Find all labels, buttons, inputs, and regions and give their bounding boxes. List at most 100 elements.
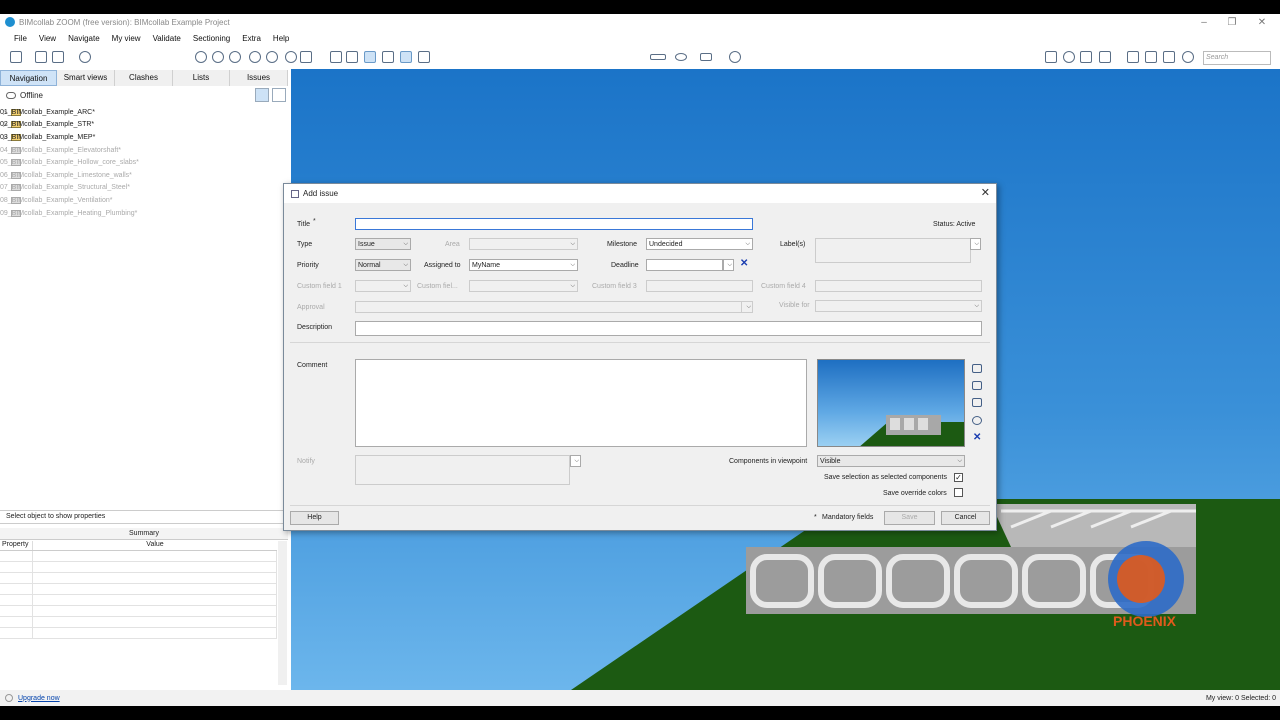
camera-icon[interactable] — [972, 364, 982, 373]
close-window-icon[interactable]: ✕ — [1248, 14, 1276, 30]
area-select[interactable]: ⌵ — [469, 238, 578, 250]
delete-snapshot-icon[interactable]: ✕ — [973, 432, 981, 443]
comment-textarea[interactable] — [355, 359, 807, 447]
menu-my-view[interactable]: My view — [106, 34, 147, 43]
property-scrollbar[interactable] — [278, 541, 287, 685]
offline-label: Offline — [20, 90, 43, 100]
list-view-icon[interactable] — [272, 88, 286, 102]
approval-select[interactable] — [355, 301, 742, 313]
tree-item-label: 05_BIMcollab_Example_Hollow_core_slabs* — [0, 159, 139, 167]
building-icon[interactable] — [1127, 51, 1139, 63]
tab-smart-views[interactable]: Smart views — [57, 70, 115, 86]
tree-view-icon[interactable] — [255, 88, 269, 102]
clear-deadline-icon[interactable]: ✕ — [740, 258, 748, 269]
viewpoint-snapshot[interactable] — [817, 359, 965, 447]
save-override-checkbox[interactable] — [954, 488, 963, 497]
help-button[interactable]: Help — [290, 511, 339, 525]
custom-field-3-input[interactable] — [646, 280, 753, 292]
upgrade-link[interactable]: Upgrade now — [18, 695, 60, 702]
measure-icon[interactable] — [650, 54, 666, 60]
milestone-select[interactable]: Undecided ⌵ — [646, 238, 753, 250]
menu-view[interactable]: View — [33, 34, 62, 43]
save-button[interactable]: Save — [884, 511, 935, 525]
labels-input[interactable] — [815, 238, 971, 263]
assigned-to-select[interactable]: MyName ⌵ — [469, 259, 578, 271]
rotate-icon[interactable] — [285, 51, 297, 63]
copy-viewpoint-icon[interactable] — [972, 398, 982, 407]
hand-icon[interactable] — [1145, 51, 1157, 63]
search-input[interactable]: Search — [1203, 51, 1271, 65]
visible-for-select[interactable]: ⌵ — [815, 300, 982, 312]
menu-extra[interactable]: Extra — [236, 34, 267, 43]
orbit-icon[interactable] — [249, 51, 261, 63]
tab-navigation[interactable]: Navigation — [0, 70, 57, 86]
title-input[interactable] — [355, 218, 753, 230]
tree-item[interactable]: 07_BIMcollab_Example_Structural_Steel* — [0, 182, 288, 195]
layers-icon[interactable] — [1099, 51, 1111, 63]
import-icon[interactable] — [52, 51, 64, 63]
minimize-icon[interactable]: – — [1190, 14, 1218, 30]
visibility-icon[interactable] — [1163, 51, 1175, 63]
save-icon[interactable] — [35, 51, 47, 63]
type-select[interactable]: Issue ⌵ — [355, 238, 411, 250]
restore-icon[interactable]: ❐ — [1218, 14, 1246, 30]
image-icon[interactable] — [972, 381, 982, 390]
tree-item[interactable]: ▷ 03_BIMcollab_Example_MEP* — [0, 131, 288, 144]
tree-item[interactable]: ▷ 02_BIMcollab_Example_STR* — [0, 119, 288, 132]
copy-view-icon[interactable] — [346, 51, 358, 63]
tree-item[interactable]: 08_BIMcollab_Example_Ventilation* — [0, 194, 288, 207]
custom-field-4-input[interactable] — [815, 280, 982, 292]
menu-navigate[interactable]: Navigate — [62, 34, 106, 43]
custom-field-1-select[interactable]: ⌵ — [355, 280, 411, 292]
description-input[interactable] — [355, 321, 982, 336]
walk-icon[interactable] — [300, 51, 312, 63]
tab-clashes[interactable]: Clashes — [115, 70, 173, 86]
tab-lists[interactable]: Lists — [173, 70, 230, 86]
move-icon[interactable] — [1080, 51, 1092, 63]
dialog-close-icon[interactable]: ✕ — [981, 186, 990, 199]
tree-item[interactable]: 05_BIMcollab_Example_Hollow_core_slabs* — [0, 156, 288, 169]
menu-file[interactable]: File — [0, 34, 33, 43]
mandatory-label: Mandatory fields — [822, 514, 874, 521]
cancel-button[interactable]: Cancel — [941, 511, 990, 525]
notify-input[interactable] — [355, 455, 570, 485]
tree-item[interactable]: 09_BIMcollab_Example_Heating_Plumbing* — [0, 207, 288, 220]
section-box-icon[interactable] — [364, 51, 376, 63]
approval-dropdown[interactable]: ⌵ — [741, 301, 753, 313]
save-selection-checkbox[interactable]: ✓ — [954, 473, 963, 482]
globe-icon[interactable] — [729, 51, 741, 63]
zoom-in-icon[interactable] — [212, 51, 224, 63]
tree-item[interactable]: 06_BIMcollab_Example_Limestone_walls* — [0, 169, 288, 182]
select-icon[interactable] — [400, 51, 412, 63]
lines-icon[interactable] — [700, 53, 712, 61]
cube-icon[interactable] — [382, 51, 394, 63]
fit-view-icon[interactable] — [1045, 51, 1057, 63]
filter-icon[interactable] — [418, 51, 430, 63]
notify-dropdown[interactable]: ⌵ — [570, 455, 581, 467]
open-icon[interactable] — [10, 51, 22, 63]
zoom-out-icon[interactable] — [229, 51, 241, 63]
labels-dropdown[interactable]: ⌵ — [970, 238, 981, 250]
tab-issues[interactable]: Issues — [230, 70, 288, 86]
eraser-icon[interactable] — [1182, 51, 1194, 63]
box-icon[interactable] — [330, 51, 342, 63]
components-select[interactable]: Visible ⌵ — [817, 455, 965, 467]
tree-item[interactable]: 04_BIMcollab_Example_Elevatorshaft* — [0, 144, 288, 157]
priority-select[interactable]: Normal ⌵ — [355, 259, 411, 271]
deadline-input[interactable] — [646, 259, 723, 271]
pencil-icon[interactable] — [972, 416, 982, 425]
ellipse-icon[interactable] — [675, 53, 687, 61]
summary-header[interactable]: Summary — [0, 528, 288, 540]
custom-field-2-select[interactable]: ⌵ — [469, 280, 578, 292]
menu-help[interactable]: Help — [267, 34, 295, 43]
zoom-fit-icon[interactable] — [195, 51, 207, 63]
components-value: Visible — [820, 458, 841, 465]
tree-item[interactable]: ▷ 01_BIMcollab_Example_ARC* — [0, 106, 288, 119]
pan-icon[interactable] — [266, 51, 278, 63]
refresh-icon[interactable] — [79, 51, 91, 63]
app-logo-icon — [5, 17, 15, 27]
menu-validate[interactable]: Validate — [147, 34, 187, 43]
search-zoom-icon[interactable] — [1063, 51, 1075, 63]
deadline-calendar-icon[interactable]: ⌵ — [723, 259, 734, 271]
menu-sectioning[interactable]: Sectioning — [187, 34, 236, 43]
